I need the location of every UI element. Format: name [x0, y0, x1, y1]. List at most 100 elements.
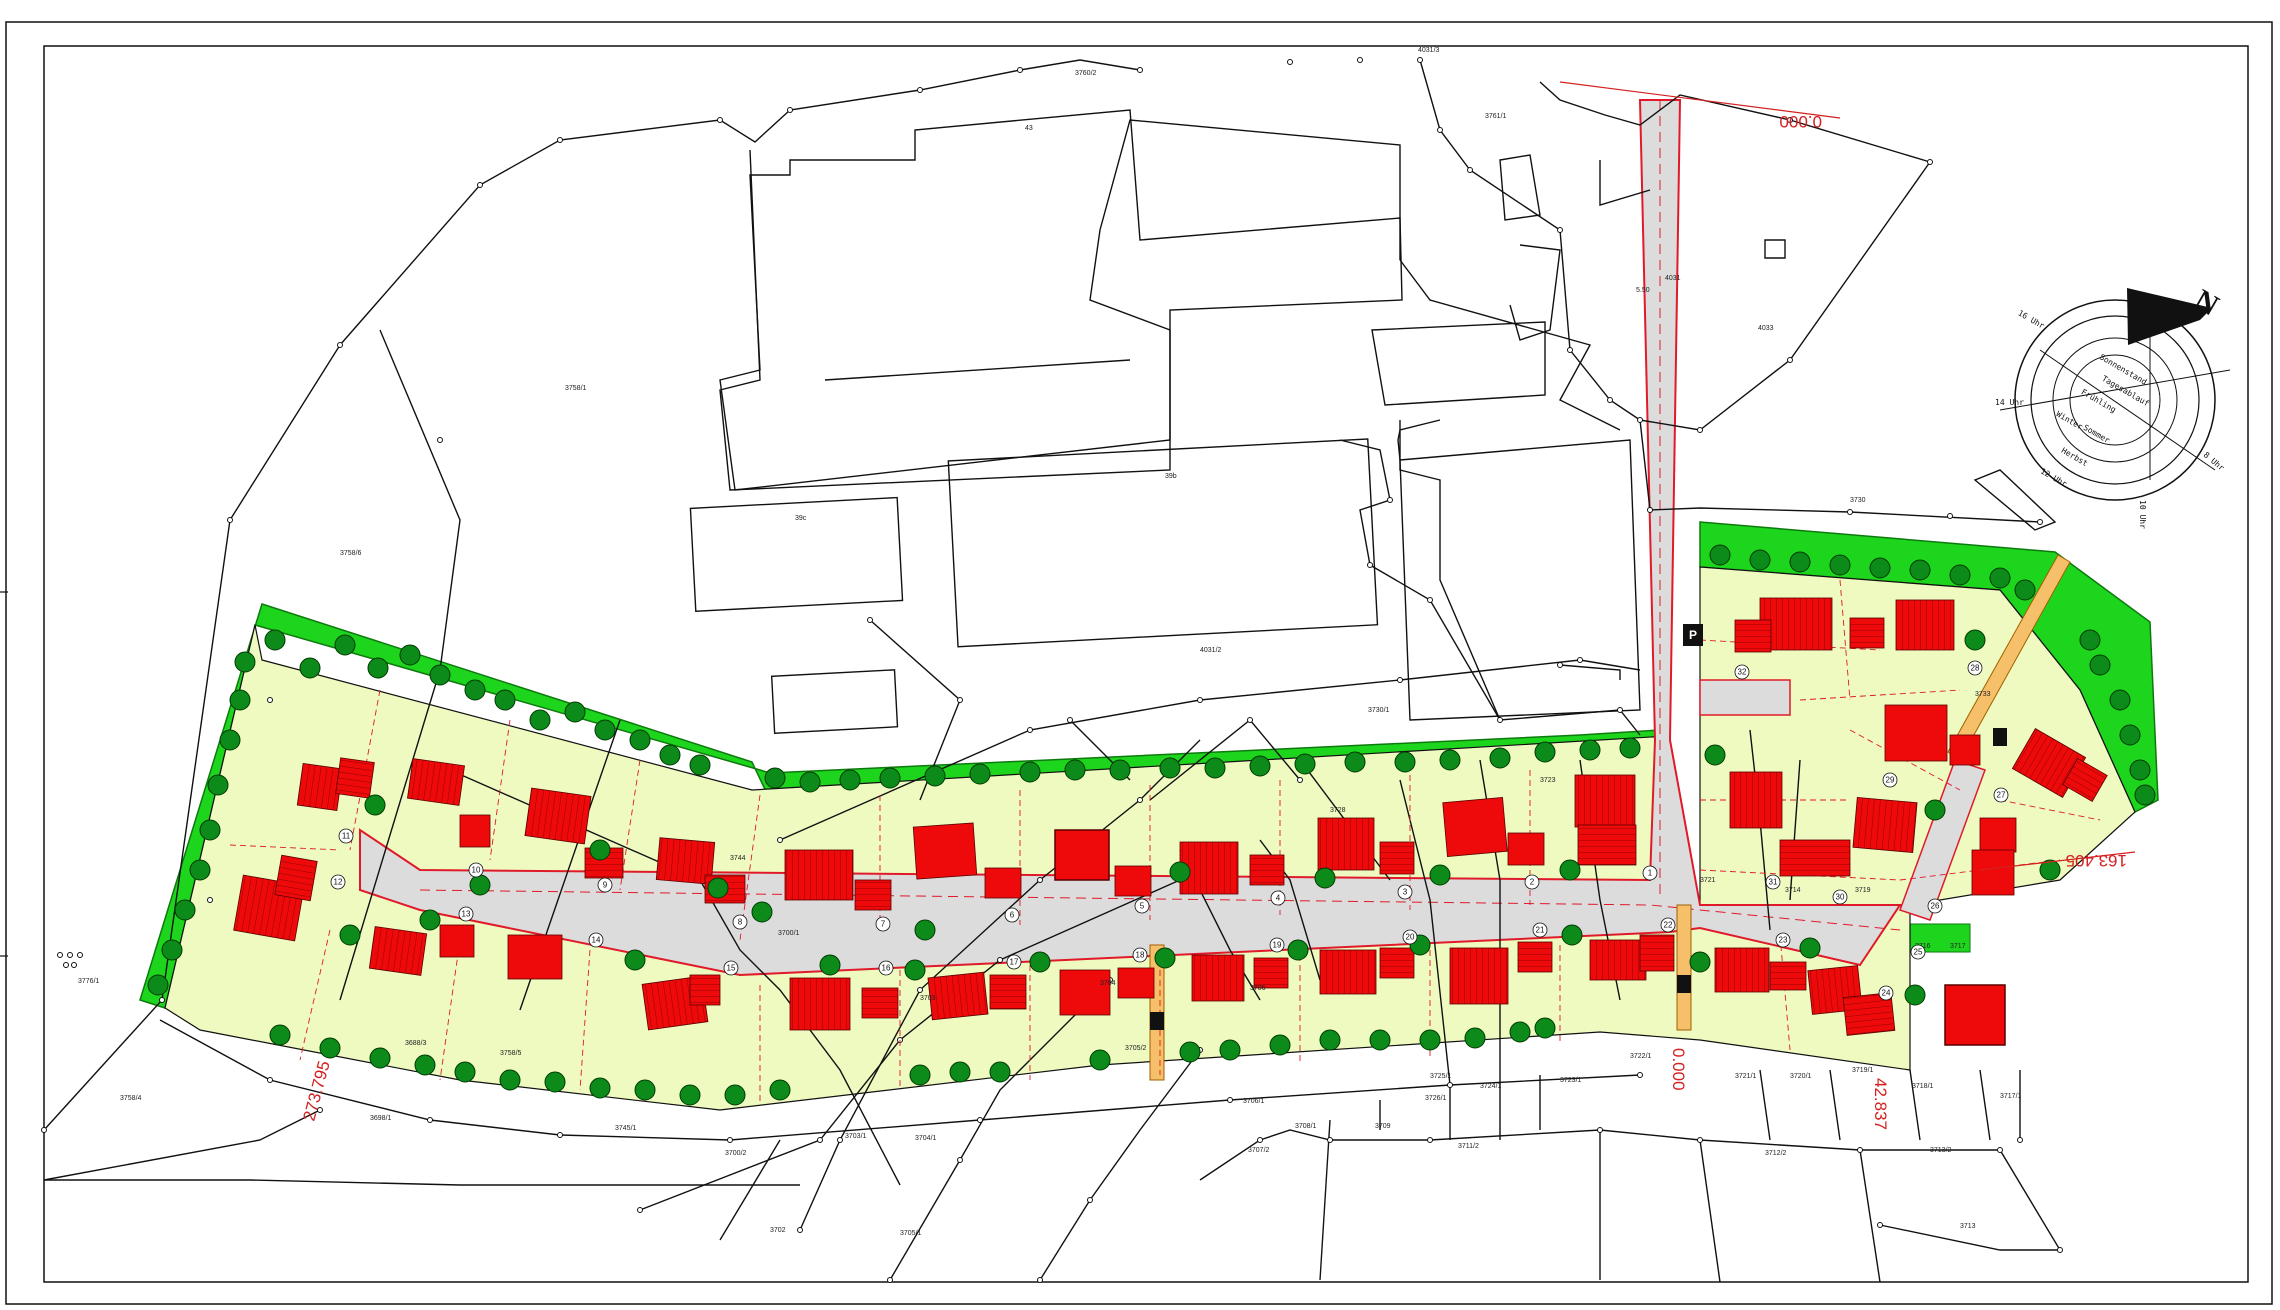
svg-text:3709: 3709: [1375, 1123, 1391, 1130]
svg-text:3708/1: 3708/1: [1295, 1123, 1317, 1130]
svg-text:3720/1: 3720/1: [1790, 1073, 1812, 1080]
sign-marker-3: [1993, 728, 2007, 746]
svg-text:3711/2: 3711/2: [1458, 1143, 1479, 1150]
svg-text:3713: 3713: [1960, 1223, 1976, 1230]
svg-text:3758/5: 3758/5: [500, 1050, 522, 1057]
svg-text:0.000: 0.000: [1779, 112, 1822, 131]
svg-text:12: 12: [334, 878, 343, 887]
svg-text:43: 43: [1025, 125, 1033, 132]
svg-text:3707/2: 3707/2: [1248, 1147, 1270, 1154]
svg-text:9: 9: [603, 881, 608, 890]
sign-marker-1: [1150, 1012, 1164, 1030]
svg-text:273.795: 273.795: [300, 1059, 334, 1123]
svg-text:26: 26: [1931, 902, 1940, 911]
svg-text:22: 22: [1664, 921, 1673, 930]
svg-text:12 Uhr: 12 Uhr: [2039, 467, 2069, 489]
svg-text:3776/1: 3776/1: [78, 978, 100, 985]
svg-text:3703/1: 3703/1: [845, 1133, 867, 1140]
svg-text:3706/1: 3706/1: [1243, 1098, 1265, 1105]
svg-text:Herbst: Herbst: [2060, 446, 2090, 468]
svg-text:24: 24: [1882, 989, 1891, 998]
svg-text:3721/1: 3721/1: [1735, 1073, 1757, 1080]
svg-text:28: 28: [1971, 664, 1980, 673]
svg-text:4031/3: 4031/3: [1418, 47, 1440, 54]
svg-text:P: P: [1689, 628, 1697, 642]
svg-text:32: 32: [1738, 668, 1747, 677]
svg-text:13: 13: [462, 910, 471, 919]
svg-text:3758/6: 3758/6: [340, 550, 362, 557]
svg-text:10: 10: [472, 866, 481, 875]
svg-text:3714: 3714: [1785, 887, 1801, 894]
svg-text:3700/1: 3700/1: [778, 930, 800, 937]
svg-text:15: 15: [727, 964, 736, 973]
svg-text:3718/1: 3718/1: [1912, 1083, 1934, 1090]
svg-text:39c: 39c: [795, 515, 807, 522]
svg-text:3703: 3703: [920, 995, 936, 1002]
svg-text:3713/2: 3713/2: [1930, 1147, 1952, 1154]
svg-text:3726/1: 3726/1: [1425, 1095, 1447, 1102]
svg-text:21: 21: [1536, 926, 1545, 935]
svg-text:3745/1: 3745/1: [615, 1125, 637, 1132]
svg-text:31: 31: [1769, 878, 1778, 887]
svg-text:16: 16: [882, 964, 891, 973]
svg-text:6: 6: [1010, 911, 1015, 920]
svg-text:0.000: 0.000: [1669, 1048, 1688, 1091]
svg-text:19: 19: [1273, 941, 1282, 950]
svg-text:3717/1: 3717/1: [2000, 1093, 2022, 1100]
svg-text:3761/1: 3761/1: [1485, 113, 1507, 120]
svg-text:3717: 3717: [1950, 943, 1966, 950]
svg-text:20: 20: [1406, 933, 1415, 942]
svg-text:14: 14: [592, 936, 601, 945]
svg-text:3733: 3733: [1975, 691, 1991, 698]
svg-text:3705/1: 3705/1: [900, 1230, 922, 1237]
svg-text:3758/1: 3758/1: [565, 385, 587, 392]
svg-text:29: 29: [1886, 776, 1895, 785]
svg-text:14 Uhr: 14 Uhr: [1995, 398, 2024, 407]
svg-text:3730: 3730: [1850, 497, 1866, 504]
svg-text:1: 1: [1648, 869, 1653, 878]
road-width-label: 5.50: [1636, 287, 1650, 294]
svg-text:Winter: Winter: [2055, 409, 2085, 431]
svg-text:3700/2: 3700/2: [725, 1150, 747, 1157]
svg-text:3719/1: 3719/1: [1852, 1067, 1874, 1074]
svg-text:27: 27: [1997, 791, 2006, 800]
svg-text:Frühling: Frühling: [2080, 387, 2118, 414]
svg-text:3758/4: 3758/4: [120, 1095, 142, 1102]
svg-text:3712/2: 3712/2: [1765, 1150, 1787, 1157]
svg-text:3706: 3706: [1250, 985, 1266, 992]
site-plan: P 3760/2 43 4031/3 3761/1 3758/1 4031 4 0…: [0, 21, 2273, 1305]
svg-text:3704: 3704: [1100, 980, 1116, 987]
parking-sign: P: [1683, 624, 1703, 646]
svg-text:42.837: 42.837: [1871, 1078, 1890, 1130]
svg-text:7: 7: [881, 920, 886, 929]
svg-text:8: 8: [738, 918, 743, 927]
svg-text:3702: 3702: [770, 1227, 786, 1234]
svg-text:3728: 3728: [1330, 807, 1346, 814]
svg-text:30: 30: [1836, 893, 1845, 902]
svg-text:3760/2: 3760/2: [1075, 70, 1097, 77]
svg-text:3724/1: 3724/1: [1480, 1083, 1502, 1090]
svg-text:3688/3: 3688/3: [405, 1040, 427, 1047]
svg-text:3723: 3723: [1540, 777, 1556, 784]
svg-text:5: 5: [1140, 902, 1145, 911]
svg-text:3730/1: 3730/1: [1368, 707, 1390, 714]
svg-text:39b: 39b: [1165, 473, 1177, 480]
svg-text:2: 2: [1530, 878, 1535, 887]
svg-text:23: 23: [1779, 936, 1788, 945]
svg-text:3721: 3721: [1700, 877, 1716, 884]
svg-text:10 Uhr: 10 Uhr: [2138, 500, 2147, 529]
svg-text:3744: 3744: [730, 855, 746, 862]
svg-text:18: 18: [1136, 951, 1145, 960]
svg-text:163.405: 163.405: [2066, 851, 2127, 870]
svg-text:3705/2: 3705/2: [1125, 1045, 1147, 1052]
svg-text:3722/1: 3722/1: [1630, 1053, 1652, 1060]
svg-text:3719: 3719: [1855, 887, 1871, 894]
svg-text:4031: 4031: [1665, 275, 1681, 282]
svg-text:4: 4: [1276, 894, 1281, 903]
svg-text:3698/1: 3698/1: [370, 1115, 392, 1122]
svg-text:3: 3: [1403, 888, 1408, 897]
svg-text:3723/1: 3723/1: [1560, 1077, 1582, 1084]
compass-rose: N 16 Uhr 14 Uhr 12 Uhr 10 Uhr 8 Uhr Sonn…: [1995, 283, 2231, 529]
svg-text:3725/1: 3725/1: [1430, 1073, 1452, 1080]
svg-text:11: 11: [342, 832, 351, 841]
